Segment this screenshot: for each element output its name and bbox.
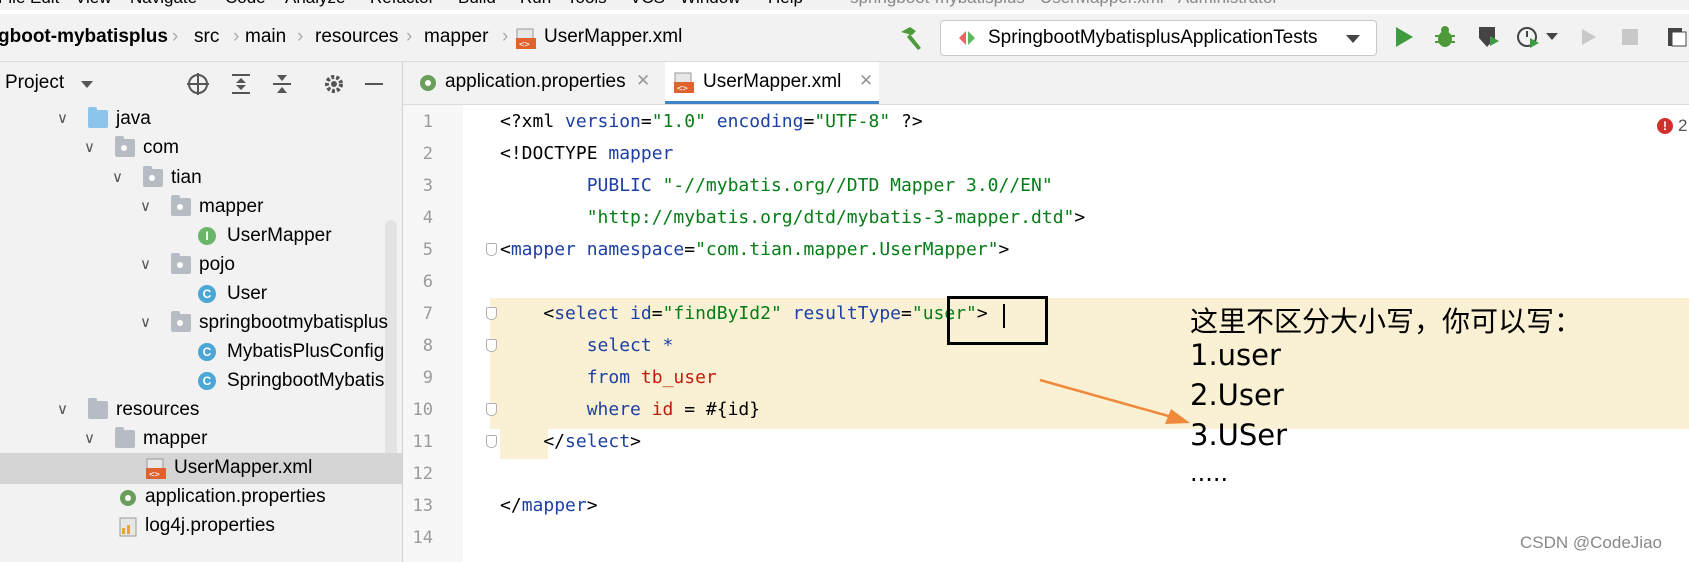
annotation-item: ..... (1190, 459, 1229, 487)
watermark: CSDN @CodeJiao (1520, 533, 1662, 552)
annotation-item: 3.USer (1190, 418, 1288, 452)
annotation-item: 1.user (1190, 338, 1281, 372)
annotation-item: 2.User (1190, 378, 1284, 412)
annotation-heading: 这里不区分大小写，你可以写： (1190, 305, 1583, 338)
annotation-arrow (1039, 378, 1190, 424)
